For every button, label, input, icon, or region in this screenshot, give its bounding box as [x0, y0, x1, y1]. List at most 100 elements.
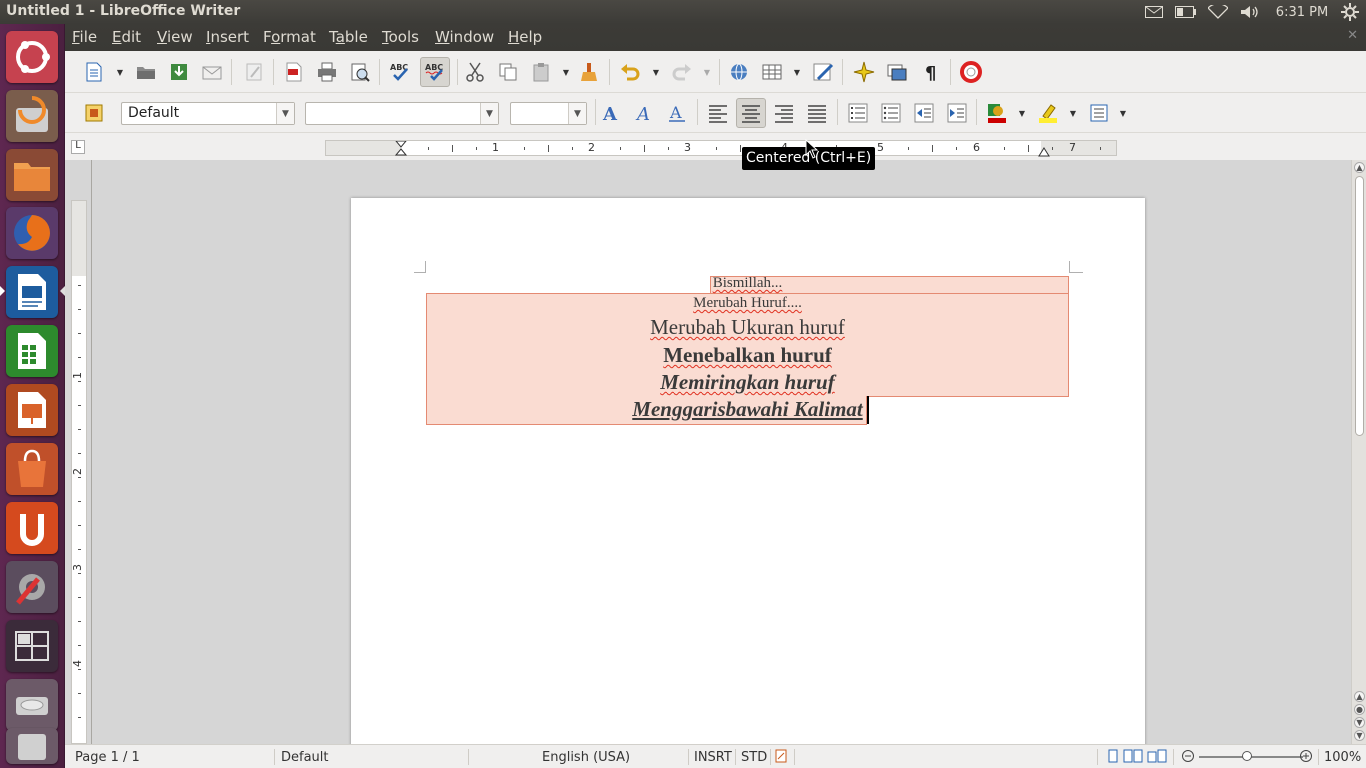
trash-icon[interactable] [6, 728, 58, 764]
scroll-navigation-icon[interactable]: ● [1354, 704, 1365, 715]
language[interactable]: English (USA) [542, 750, 630, 765]
background-color-icon[interactable] [1086, 100, 1112, 126]
page-count[interactable]: Page 1 / 1 [75, 750, 140, 765]
hyperlink-icon[interactable] [726, 59, 752, 85]
scroll-down-icon[interactable]: ▼ [1354, 730, 1365, 741]
decrease-indent-icon[interactable] [911, 100, 937, 126]
multi-page-view-icon[interactable] [1123, 749, 1143, 767]
show-draw-functions-icon[interactable] [810, 59, 836, 85]
new-dropdown-icon[interactable]: ▼ [116, 59, 124, 85]
ubuntu-dash-icon[interactable] [6, 31, 58, 83]
justify-icon[interactable] [804, 100, 830, 126]
bullets-icon[interactable] [878, 100, 904, 126]
files-icon[interactable] [6, 149, 58, 201]
system-settings-icon[interactable] [6, 561, 58, 613]
menu-view[interactable]: View [157, 28, 193, 46]
close-document-icon[interactable]: ✕ [1347, 28, 1358, 43]
font-color-icon[interactable] [984, 100, 1010, 126]
menu-table[interactable]: Table [329, 28, 368, 46]
scroll-prev-page-icon[interactable]: ▲ [1354, 691, 1365, 702]
settings-gear-icon[interactable] [1338, 0, 1362, 24]
scrollbar-thumb[interactable] [1355, 176, 1364, 436]
zoom-slider-knob[interactable] [1242, 751, 1252, 761]
document-modified-icon[interactable] [775, 749, 787, 767]
formatting-marks-icon[interactable]: ¶ [918, 59, 944, 85]
chevron-down-icon[interactable]: ▼ [480, 103, 498, 124]
underline-icon[interactable]: A [664, 100, 690, 126]
page[interactable]: Bismillah... Merubah Huruf.... Merubah U… [351, 198, 1145, 758]
battery-icon[interactable] [1174, 0, 1198, 24]
zoom-in-icon[interactable] [1299, 749, 1313, 767]
doc-line-1[interactable]: Bismillah... [426, 275, 1069, 292]
menu-help[interactable]: Help [508, 28, 542, 46]
horizontal-ruler[interactable]: 1 2 3 4 5 6 7 [325, 140, 1117, 157]
insert-mode[interactable]: INSRT [694, 750, 732, 765]
navigator-icon[interactable] [851, 59, 877, 85]
align-center-icon[interactable] [736, 98, 766, 128]
menu-tools[interactable]: Tools [382, 28, 419, 46]
volume-icon[interactable] [1238, 0, 1262, 24]
paste-dropdown-icon[interactable]: ▼ [562, 59, 570, 85]
ubuntu-one-icon[interactable] [6, 502, 58, 554]
save-icon[interactable] [166, 59, 192, 85]
font-name-combo[interactable]: ▼ [305, 102, 499, 125]
spelling-icon[interactable]: ABC [387, 59, 413, 85]
doc-line-5[interactable]: Memiringkan huruf [426, 370, 1069, 395]
single-page-view-icon[interactable] [1107, 749, 1119, 767]
page-style[interactable]: Default [281, 750, 329, 765]
libreoffice-calc-icon[interactable] [6, 325, 58, 377]
scroll-next-page-icon[interactable]: ▼ [1354, 717, 1365, 728]
help-icon[interactable] [958, 59, 984, 85]
print-preview-icon[interactable] [347, 59, 373, 85]
doc-line-4[interactable]: Menebalkan huruf [426, 343, 1069, 368]
menu-window[interactable]: Window [435, 28, 494, 46]
paste-icon[interactable] [528, 59, 554, 85]
highlighting-dropdown-icon[interactable]: ▼ [1069, 100, 1077, 126]
font-size-combo[interactable]: ▼ [510, 102, 587, 125]
menu-insert[interactable]: Insert [206, 28, 249, 46]
table-icon[interactable] [759, 59, 785, 85]
align-left-icon[interactable] [705, 100, 731, 126]
highlighting-icon[interactable] [1035, 100, 1061, 126]
background-color-dropdown-icon[interactable]: ▼ [1119, 100, 1127, 126]
autospellcheck-icon[interactable]: ABC [420, 57, 450, 87]
new-document-icon[interactable] [81, 59, 107, 85]
doc-line-3[interactable]: Merubah Ukuran huruf [426, 315, 1069, 340]
indent-marker-left-icon[interactable] [394, 140, 408, 160]
software-center-icon[interactable] [6, 443, 58, 495]
undo-dropdown-icon[interactable]: ▼ [652, 59, 660, 85]
doc-line-6[interactable]: Menggarisbawahi Kalimat [426, 397, 1069, 422]
align-right-icon[interactable] [771, 100, 797, 126]
paragraph-style-combo[interactable]: Default ▼ [121, 102, 295, 125]
email-document-icon[interactable] [199, 59, 225, 85]
software-updater-icon[interactable] [6, 90, 58, 142]
table-dropdown-icon[interactable]: ▼ [793, 59, 801, 85]
undo-icon[interactable] [617, 59, 643, 85]
vertical-ruler[interactable]: 1 2 3 4 [71, 200, 87, 744]
menu-edit[interactable]: Edit [112, 28, 141, 46]
clock[interactable]: 6:31 PM [1271, 0, 1333, 24]
gallery-icon[interactable] [884, 59, 910, 85]
scroll-up-icon[interactable]: ▲ [1354, 162, 1365, 173]
libreoffice-writer-icon[interactable] [6, 266, 58, 318]
open-icon[interactable] [133, 59, 159, 85]
selection-mode[interactable]: STD [741, 750, 767, 765]
document-viewport[interactable]: Bismillah... Merubah Huruf.... Merubah U… [91, 160, 1351, 758]
edit-mode-icon[interactable] [241, 59, 267, 85]
menu-format[interactable]: Format [263, 28, 316, 46]
firefox-icon[interactable] [6, 207, 58, 259]
vertical-scrollbar[interactable]: ▲ ▲ ● ▼ ▼ [1351, 160, 1366, 744]
numbering-icon[interactable] [845, 100, 871, 126]
redo-dropdown-icon[interactable]: ▼ [703, 59, 711, 85]
chevron-down-icon[interactable]: ▼ [568, 103, 586, 124]
zoom-level[interactable]: 100% [1324, 750, 1361, 765]
mail-icon[interactable] [1143, 0, 1165, 24]
workspace-switcher-icon[interactable] [6, 620, 58, 672]
clone-formatting-icon[interactable] [577, 59, 603, 85]
chevron-down-icon[interactable]: ▼ [276, 103, 294, 124]
cut-icon[interactable] [462, 59, 488, 85]
book-view-icon[interactable] [1147, 749, 1167, 767]
print-icon[interactable] [314, 59, 340, 85]
libreoffice-impress-icon[interactable] [6, 384, 58, 436]
bold-icon[interactable]: A [598, 100, 624, 126]
